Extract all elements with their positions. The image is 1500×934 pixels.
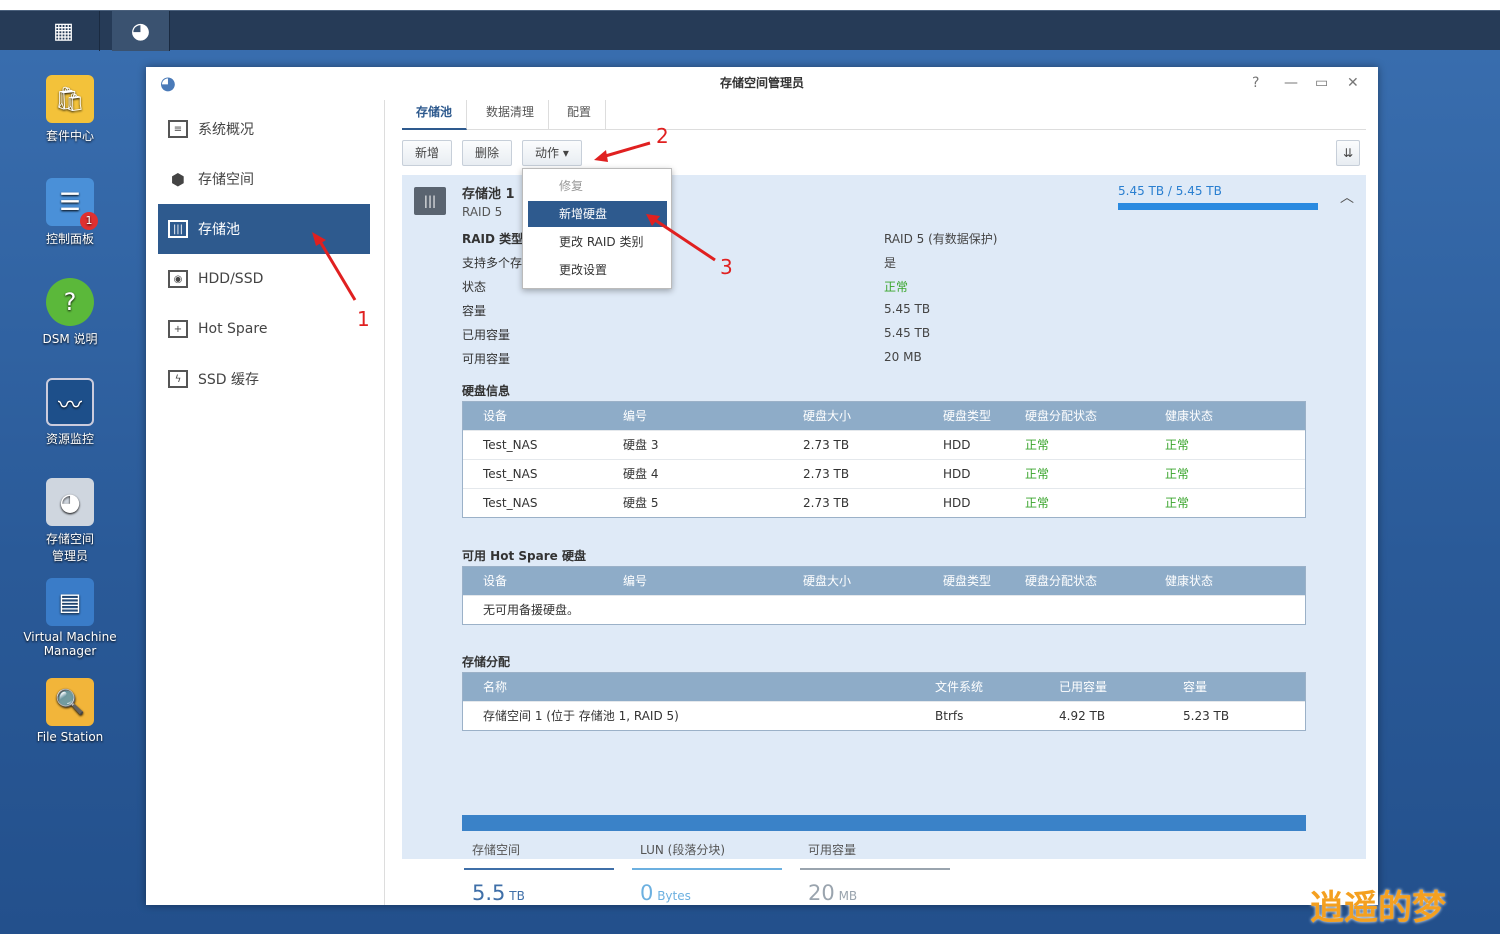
annotation-arrows [312, 141, 716, 301]
arrow-1 [316, 237, 357, 301]
arrow-head-2 [594, 150, 608, 162]
annotation-label-3: 3 [720, 255, 733, 279]
arrow-3 [651, 216, 716, 262]
arrow-2 [601, 141, 651, 159]
annotation-label-1: 1 [357, 307, 370, 331]
arrow-head-1 [312, 232, 326, 246]
annotation-label-2: 2 [656, 124, 669, 148]
watermark-logo: 逍遥的梦 [1310, 888, 1446, 928]
arrow-head-3 [646, 214, 660, 226]
